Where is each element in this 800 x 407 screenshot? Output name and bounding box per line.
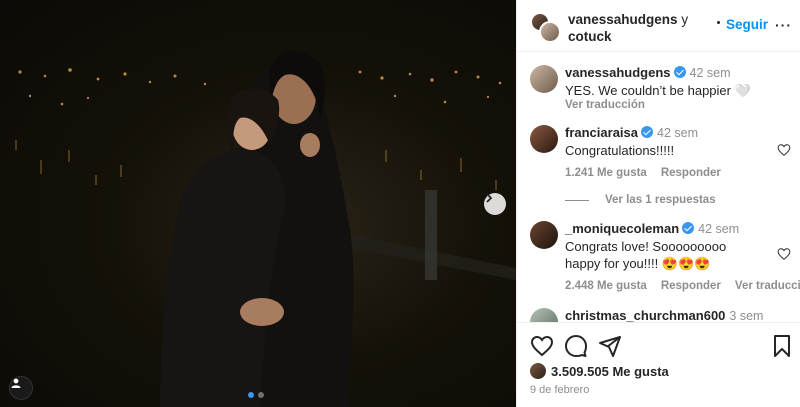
separator-dot — [717, 21, 720, 24]
likes-summary[interactable]: 3.509.505 Me gusta — [530, 363, 669, 379]
post-authors: vanessahudgens y cotuck — [568, 11, 703, 45]
comment-username[interactable]: vanessahudgens — [565, 65, 671, 80]
avatar[interactable] — [530, 308, 558, 322]
comment-meta: 2.448 Me gusta Responder Ver traducción — [565, 280, 800, 292]
comment-text: Congratulations!!!!! — [565, 143, 675, 158]
comment-username[interactable]: franciaraisa — [565, 125, 638, 140]
comment-time[interactable]: 42 sem — [657, 126, 698, 140]
comment-time[interactable]: 42 sem — [690, 66, 731, 80]
post-actions: 3.509.505 Me gusta 9 de febrero — [517, 322, 800, 407]
comment-meta: Ver traducción — [565, 99, 795, 111]
author-username[interactable]: cotuck — [568, 29, 612, 44]
comment-username[interactable]: _moniquecoleman — [565, 221, 679, 236]
comment-icon[interactable] — [564, 334, 588, 358]
avatar — [539, 21, 561, 43]
avatar — [530, 363, 546, 379]
avatar[interactable] — [530, 65, 558, 93]
post-date[interactable]: 9 de febrero — [530, 384, 589, 396]
verified-icon — [673, 66, 686, 78]
likes-count[interactable]: 1.241 Me gusta — [565, 167, 647, 179]
likes-count[interactable]: 2.448 Me gusta — [565, 280, 647, 292]
post-sidebar: vanessahudgens y cotuck Seguir ··· vanes… — [516, 0, 800, 407]
user-tag-button[interactable] — [9, 376, 33, 400]
comment-text: Congrats love! Sooooooooo happy for you!… — [565, 239, 727, 271]
post-media[interactable] — [0, 0, 516, 407]
comment-time[interactable]: 3 sem — [729, 309, 763, 322]
translate-link[interactable]: Ver traducción — [735, 280, 800, 292]
carousel-dot-active — [248, 392, 254, 398]
next-arrow-icon — [486, 193, 493, 203]
post-photo — [15, 50, 516, 407]
verified-icon — [641, 126, 653, 138]
author-connector: y — [681, 12, 689, 27]
post-header: vanessahudgens y cotuck Seguir ··· — [517, 0, 800, 52]
collab-avatars[interactable] — [530, 12, 561, 43]
comment-time[interactable]: 42 sem — [698, 222, 739, 236]
likes-count[interactable]: 3.509.505 Me gusta — [551, 364, 669, 379]
verified-icon — [682, 222, 695, 234]
translate-link[interactable]: Ver traducción — [565, 99, 645, 111]
reply-link[interactable]: Responder — [661, 280, 721, 292]
heart-icon[interactable] — [530, 334, 554, 358]
carousel-dot — [258, 392, 264, 398]
follow-button[interactable]: Seguir — [726, 17, 768, 32]
user-tag-icon — [11, 378, 21, 388]
caption-text: YES. We couldn’t be happier 🤍 — [565, 83, 751, 98]
next-photo-button[interactable] — [484, 193, 506, 215]
comments-list[interactable]: vanessahudgens 42 sem YES. We couldn’t be… — [517, 52, 800, 322]
comment-username[interactable]: christmas_churchman600 — [565, 308, 725, 322]
avatar[interactable] — [530, 221, 558, 249]
more-options-button[interactable]: ··· — [775, 17, 792, 33]
heart-icon[interactable] — [777, 247, 791, 261]
comment-meta: 1.241 Me gusta Responder — [565, 167, 765, 179]
carousel-indicator — [248, 392, 264, 398]
avatar[interactable] — [530, 125, 558, 153]
bookmark-icon[interactable] — [770, 334, 794, 358]
reply-link[interactable]: Responder — [661, 167, 721, 179]
view-replies-link[interactable]: Ver las 1 respuestas — [565, 194, 716, 206]
author-username[interactable]: vanessahudgens — [568, 12, 678, 27]
heart-icon[interactable] — [777, 143, 791, 157]
share-icon[interactable] — [598, 334, 622, 358]
